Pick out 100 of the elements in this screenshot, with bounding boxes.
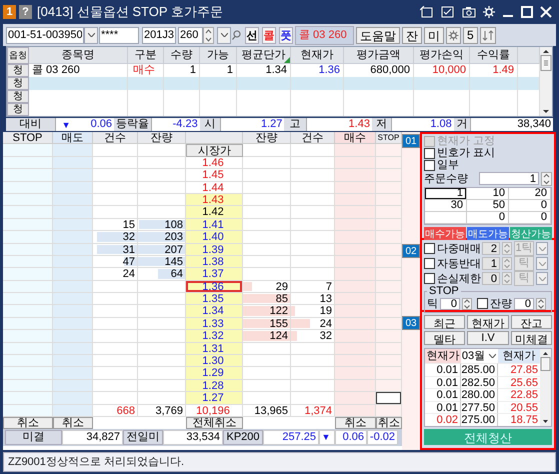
quantity-field[interactable]: 1 [479,172,539,185]
table-cell[interactable] [335,156,376,170]
camera-icon[interactable] [462,6,476,18]
toolbar-button[interactable]: 도움말 [356,26,400,44]
checkbox[interactable]: 잔량 [477,298,512,310]
view-button[interactable]: 최근 [424,315,466,329]
price-cell[interactable]: 1.41 [186,218,243,232]
price-cell[interactable]: 1.37 [186,268,243,281]
market-price-button[interactable]: 시장가 [186,144,243,157]
available-button[interactable]: 매수가능 [424,227,466,240]
table-cell[interactable] [376,206,402,219]
price-cell[interactable]: 1.42 [186,206,243,219]
table-row[interactable]: 청 [7,90,540,103]
scrollbar[interactable] [540,47,552,116]
toolbar-button[interactable]: 미 [424,26,444,44]
table-cell[interactable] [376,380,402,392]
scroll-thumb[interactable] [540,55,552,71]
close-button[interactable]: 청 [7,103,29,116]
price-cell[interactable]: 1.31 [186,342,243,356]
table-cell[interactable] [376,367,402,380]
table-cell[interactable] [53,318,93,330]
price-cell[interactable]: 1.35 [186,293,243,306]
table-cell[interactable] [3,392,53,405]
table-cell[interactable] [53,380,93,392]
table-cell[interactable] [53,355,93,368]
price-cell[interactable]: 1.40 [186,231,243,244]
price-cell[interactable]: 1.33 [186,318,243,330]
close-button[interactable]: 청 [7,90,29,103]
table-cell[interactable] [3,280,53,294]
table-cell[interactable] [3,380,53,392]
price-cell[interactable]: 1.30 [186,355,243,368]
table-cell[interactable] [53,218,93,232]
table-cell[interactable] [335,194,376,206]
table-cell[interactable] [3,268,53,281]
table-cell[interactable] [3,367,53,380]
table-cell[interactable] [53,305,93,318]
table-cell[interactable] [335,182,376,194]
table-cell[interactable] [53,256,93,268]
table-cell[interactable] [53,194,93,206]
table-cell[interactable] [3,194,53,206]
table-cell[interactable] [53,244,93,256]
table-cell[interactable] [53,156,93,170]
table-cell[interactable] [3,318,53,330]
table-cell[interactable] [376,305,402,318]
table-cell[interactable] [376,182,402,194]
table-cell[interactable] [3,231,53,244]
price-cell[interactable]: 1.38 [186,256,243,268]
close-button[interactable]: 청 [7,77,29,90]
table-cell[interactable] [335,206,376,219]
table-cell[interactable] [3,355,53,368]
spinner-icon[interactable] [502,257,512,270]
table-cell[interactable] [335,231,376,244]
available-button[interactable]: 매도가능 [467,227,509,240]
price-cell[interactable]: 1.32 [186,330,243,343]
cancel-button[interactable]: 취소 [335,416,376,430]
table-cell[interactable] [335,244,376,256]
price-cell[interactable]: 1.29 [186,367,243,380]
toolbar-button[interactable]: 잔 [402,26,422,44]
preset-cell[interactable]: 0 [467,212,509,224]
price-cell[interactable]: 1.45 [186,169,243,182]
table-row[interactable]: 청 [7,77,540,90]
table-cell[interactable] [3,244,53,256]
cancel-button[interactable]: 취소 [3,416,53,430]
number-field[interactable]: 0 [514,298,534,310]
view-button[interactable]: 미체결 [510,331,552,345]
view-button[interactable]: 델타 [424,331,466,345]
spinner-icon[interactable] [536,298,546,310]
month-select[interactable]: 03월 [461,349,486,363]
checkbox[interactable]: 손실제한 [424,272,480,284]
table-cell[interactable] [335,169,376,182]
scroll-thumb[interactable] [540,357,551,371]
table-cell[interactable] [335,268,376,281]
table-cell[interactable] [53,206,93,219]
count-button[interactable]: 5 [463,26,478,44]
preset-cell[interactable]: 50 [467,200,509,212]
table-cell[interactable] [335,355,376,368]
table-cell[interactable] [3,256,53,268]
maximize-icon[interactable] [521,6,533,18]
spinner-icon[interactable] [203,26,214,44]
table-cell[interactable] [335,293,376,306]
number-field[interactable]: 0 [440,298,460,310]
strike-field[interactable]: 260 [178,26,203,44]
cancel-all-button[interactable]: 전체취소 [186,416,243,430]
table-cell[interactable] [3,206,53,219]
table-cell[interactable] [3,342,53,356]
checkbox[interactable]: 다중매매 [424,242,480,254]
table-cell[interactable] [376,268,402,281]
dropdown-button[interactable] [217,26,231,44]
price-cell[interactable]: 1.39 [186,244,243,256]
table-row[interactable]: 청 [7,103,540,116]
table-cell[interactable] [3,156,53,170]
preset-cell[interactable]: 0 [509,212,551,224]
preset-cell[interactable]: 30 [425,200,467,212]
table-cell[interactable] [53,293,93,306]
table-cell[interactable] [376,194,402,206]
table-cell[interactable] [335,318,376,330]
scrollbar[interactable] [540,349,551,426]
table-cell[interactable] [335,342,376,356]
table-cell[interactable] [53,392,93,405]
table-cell[interactable] [376,392,402,405]
